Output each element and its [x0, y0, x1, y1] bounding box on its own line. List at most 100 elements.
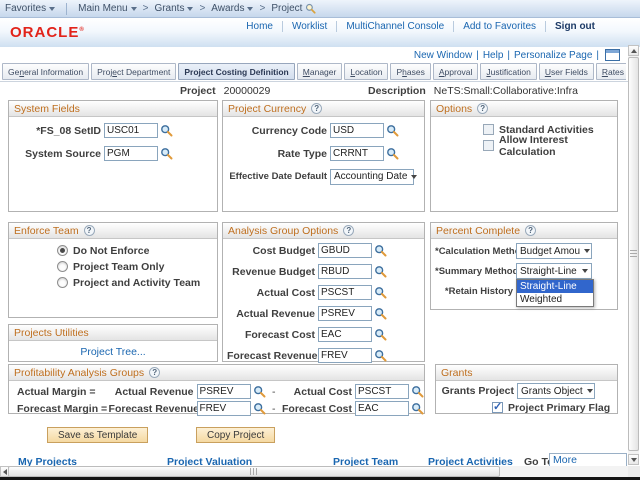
tab-phases[interactable]: Phases — [390, 63, 430, 80]
scroll-down-button[interactable] — [628, 454, 639, 465]
rate-type-input[interactable] — [330, 146, 384, 161]
favorites-menu[interactable]: Favorites — [0, 3, 60, 14]
project-crumb-label: Project — [271, 3, 302, 14]
summary-method-select[interactable]: Straight-Line — [516, 263, 592, 279]
grants-project-select[interactable]: Grants Object — [517, 383, 595, 399]
save-as-template-button[interactable]: Save as Template — [47, 427, 148, 443]
tab-justification[interactable]: Justification — [480, 63, 536, 80]
help-icon[interactable] — [84, 225, 95, 236]
tab-label: Manager — [303, 67, 337, 77]
home-link[interactable]: Home — [237, 21, 283, 32]
forecast-revenue-input[interactable] — [197, 401, 251, 416]
breadcrumb-item-project[interactable]: Project — [266, 3, 321, 14]
lookup-icon[interactable] — [374, 328, 387, 341]
lookup-icon[interactable] — [374, 307, 387, 320]
dropdown-option-weighted[interactable]: Weighted — [517, 293, 593, 306]
system-source-input[interactable] — [104, 146, 158, 161]
forecast-cost-input[interactable] — [355, 401, 409, 416]
horizontal-scrollbar-thumb[interactable] — [8, 466, 500, 477]
multichannel-console-link[interactable]: MultiChannel Console — [337, 21, 454, 32]
tab-user-fields[interactable]: User Fields — [539, 63, 594, 80]
allow-interest-checkbox[interactable] — [483, 140, 494, 151]
tab-label: Phases — [396, 67, 424, 77]
link-separator — [476, 50, 479, 61]
tab-project-costing-definition[interactable]: Project Costing Definition — [178, 63, 294, 80]
arrow-down-icon — [631, 458, 637, 462]
lookup-icon[interactable] — [386, 147, 399, 160]
forecast-margin-row: Forecast Margin = Forecast Revenue - For… — [17, 401, 424, 416]
sign-out-link[interactable]: Sign out — [546, 21, 604, 32]
calculation-method-select[interactable]: Budget Amou — [516, 243, 592, 259]
forecast-revenue-input[interactable] — [318, 348, 372, 363]
help-link[interactable]: Help — [483, 50, 504, 61]
vertical-scrollbar-thumb[interactable] — [628, 57, 639, 451]
lookup-icon[interactable] — [411, 385, 424, 398]
help-icon[interactable] — [477, 103, 488, 114]
new-window-link[interactable]: New Window — [414, 50, 472, 61]
actual-revenue-input[interactable] — [197, 384, 251, 399]
help-icon[interactable] — [311, 103, 322, 114]
actual-cost-input[interactable] — [355, 384, 409, 399]
breadcrumb-item-grants[interactable]: Grants — [149, 3, 198, 14]
worklist-link[interactable]: Worklist — [283, 21, 337, 32]
main-menu-label: Main Menu — [78, 3, 127, 14]
tab-project-department[interactable]: Project Department — [91, 63, 176, 80]
breadcrumb-item-main-menu[interactable]: Main Menu — [73, 3, 141, 14]
search-icon[interactable] — [305, 3, 316, 14]
tab-general-information[interactable]: General Information — [2, 63, 89, 80]
cost-budget-input[interactable] — [318, 243, 372, 258]
analysis-group-options-header: Analysis Group Options — [223, 223, 424, 239]
chevron-down-icon — [187, 7, 193, 11]
currency-code-input[interactable] — [330, 123, 384, 138]
setid-input[interactable] — [104, 123, 158, 138]
analysis-group-options-box: Analysis Group Options Cost Budget Reven… — [222, 222, 425, 362]
lookup-icon[interactable] — [386, 124, 399, 137]
project-currency-body: Currency Code Rate Type Effective Date D… — [223, 117, 424, 184]
help-icon[interactable] — [343, 225, 354, 236]
standard-activities-checkbox[interactable] — [483, 124, 494, 135]
copy-project-button[interactable]: Copy Project — [196, 427, 275, 443]
section-title: Profitability Analysis Groups — [14, 367, 144, 379]
percent-complete-box: Percent Complete *Calculation Method Bud… — [430, 222, 618, 310]
lookup-icon[interactable] — [374, 244, 387, 257]
do-not-enforce-radio[interactable] — [57, 245, 68, 256]
tab-location[interactable]: Location — [344, 63, 388, 80]
project-tree-link[interactable]: Project Tree... — [80, 346, 145, 358]
project-team-only-row: Project Team Only — [57, 260, 217, 273]
tab-manager[interactable]: Manager — [297, 63, 343, 80]
personalize-layout-icon[interactable] — [605, 49, 620, 61]
lookup-icon[interactable] — [160, 124, 173, 137]
select-value: Accounting Date — [334, 171, 407, 182]
lookup-icon[interactable] — [374, 349, 387, 362]
lookup-icon[interactable] — [253, 402, 266, 415]
tab-rates[interactable]: Rates — [596, 63, 626, 80]
project-team-only-radio[interactable] — [57, 261, 68, 272]
revenue-budget-input[interactable] — [318, 264, 372, 279]
actual-revenue-input[interactable] — [318, 306, 372, 321]
tab-approval[interactable]: Approval — [433, 63, 479, 80]
currency-code-label: Currency Code — [227, 125, 327, 137]
system-fields-box: System Fields *FS_08 SetID System Source — [8, 100, 218, 212]
lookup-icon[interactable] — [411, 402, 424, 415]
personalize-page-link[interactable]: Personalize Page — [514, 50, 592, 61]
lookup-icon[interactable] — [160, 147, 173, 160]
help-icon[interactable] — [149, 367, 160, 378]
project-primary-flag-checkbox[interactable] — [492, 402, 503, 413]
project-header-row: Project 20000029 Description NeTS:Small:… — [0, 85, 628, 99]
breadcrumb-separator-icon — [143, 3, 149, 14]
lookup-icon[interactable] — [253, 385, 266, 398]
forecast-cost-label: Forecast Cost — [282, 403, 352, 415]
breadcrumb-item-awards[interactable]: Awards — [206, 3, 258, 14]
actual-cost-input[interactable] — [318, 285, 372, 300]
forecast-cost-input[interactable] — [318, 327, 372, 342]
lookup-icon[interactable] — [374, 286, 387, 299]
revenue-budget-label: Revenue Budget — [227, 266, 315, 278]
dropdown-option-straight-line[interactable]: Straight-Line — [517, 280, 593, 293]
help-icon[interactable] — [525, 225, 536, 236]
lookup-icon[interactable] — [374, 265, 387, 278]
scroll-up-button[interactable] — [628, 45, 639, 56]
project-activity-team-radio[interactable] — [57, 277, 68, 288]
oracle-logo: ORACLE — [10, 24, 84, 41]
effective-date-default-select[interactable]: Accounting Date — [330, 169, 414, 185]
add-to-favorites-link[interactable]: Add to Favorites — [454, 21, 546, 32]
